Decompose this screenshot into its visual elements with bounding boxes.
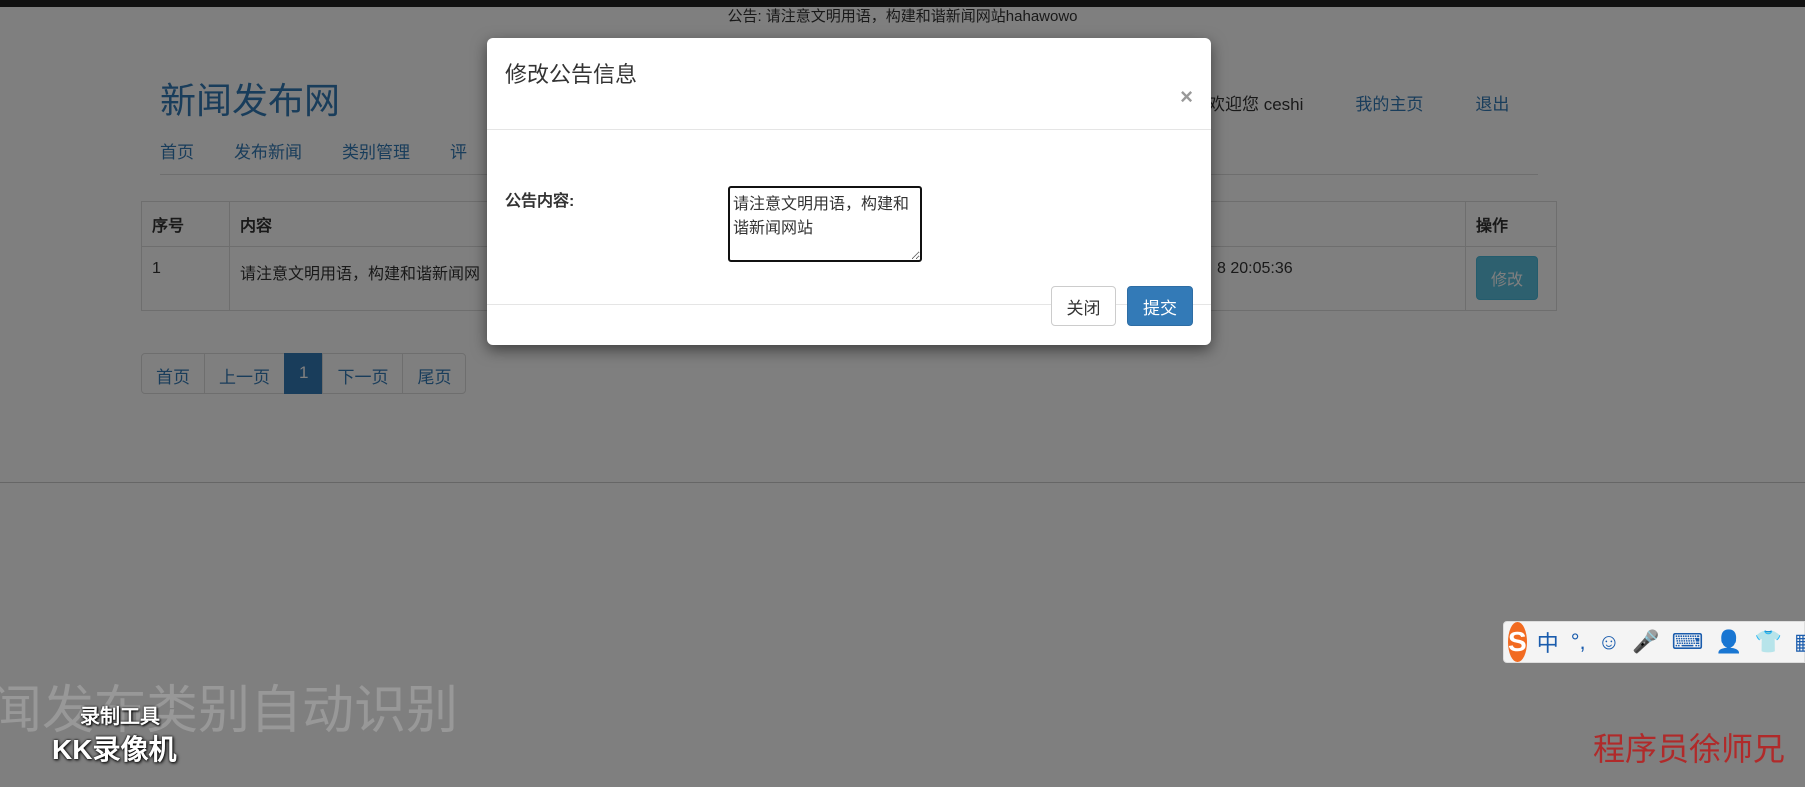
- submit-button[interactable]: 提交: [1127, 286, 1193, 326]
- modal-footer: 关闭 提交: [487, 286, 1211, 345]
- ime-chinese-mode-icon[interactable]: 中: [1537, 626, 1559, 658]
- close-button[interactable]: 关闭: [1051, 286, 1116, 326]
- ime-punctuation-icon[interactable]: °,: [1571, 629, 1586, 655]
- sogou-logo-icon[interactable]: S: [1508, 622, 1527, 662]
- author-watermark: 程序员徐师兄: [1592, 730, 1785, 768]
- edit-notice-modal: 修改公告信息 × 公告内容: 关闭 提交: [487, 38, 1211, 345]
- ime-emoji-icon[interactable]: ☺: [1598, 629, 1620, 655]
- modal-header: 修改公告信息 ×: [487, 38, 1211, 130]
- recorder-tool-label: 录制工具: [80, 706, 160, 728]
- ime-microphone-icon[interactable]: 🎤: [1632, 629, 1659, 655]
- ime-skin-icon[interactable]: 👕: [1755, 629, 1782, 655]
- notice-content-textarea[interactable]: [728, 186, 922, 262]
- ime-grid-icon[interactable]: ▦: [1794, 629, 1805, 655]
- ime-keyboard-icon[interactable]: ⌨: [1672, 629, 1704, 655]
- recorder-brand-logo: KK录像机: [52, 734, 177, 765]
- close-icon[interactable]: ×: [1180, 86, 1193, 108]
- notice-content-label: 公告内容:: [505, 193, 575, 210]
- modal-body: 公告内容:: [487, 130, 1211, 305]
- modal-title: 修改公告信息: [505, 62, 638, 87]
- ime-toolbar: S 中 °, ☺ 🎤 ⌨ 👤 👕 ▦: [1503, 621, 1805, 663]
- ime-user-icon[interactable]: 👤: [1715, 629, 1742, 655]
